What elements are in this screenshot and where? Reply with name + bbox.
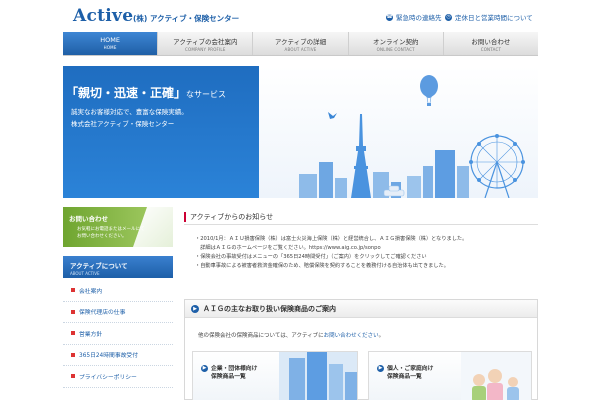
nav-contact[interactable]: お問い合わせ CONTACT [444,32,538,55]
nav-label: アクティブの会社案内 [173,38,238,46]
notice-line[interactable]: 詳細はＡＩＧのホームページをご覧ください。https://www.aig.co.… [195,244,380,251]
tower-icon [351,114,371,198]
notice-heading: アクティブからのお知らせ [184,209,538,225]
sidebar-item-policy[interactable]: 営業方針 [63,323,173,345]
hero-tagline: 誠実なお客様対応で、豊富な保険実績。 [71,108,188,116]
heading-accent-bar [184,211,186,222]
bullet-icon [71,331,75,336]
nav-sublabel: CONTACT [480,47,502,52]
card-subtitle: 保険商品一覧 [387,374,422,380]
site-header: Active (株) アクティブ・保険センター ☎ 緊急時の連絡先 ◷ 定休日と… [0,0,600,32]
bullet-icon [71,288,75,293]
hero-banner: 「親切・迅速・正確」なサービス 誠実なお客様対応で、豊富な保険実績。 株式会社ア… [63,66,538,198]
family-image [461,352,531,400]
nav-label: HOME [100,36,120,44]
contact-banner-title: お問い合わせ [69,215,108,223]
office-buildings-image [279,352,357,400]
hero-title-main: 「親切・迅速・正確」 [66,86,187,100]
about-section-title: アクティブについて [70,262,128,270]
nav-home[interactable]: HOME HOME [63,32,159,55]
nav-sublabel: ONLINE CONTACT [376,47,415,52]
sidebar-item-label: 営業方針 [79,331,103,338]
contact-banner-text: お気軽にお電話またはメールにて [77,227,145,232]
corporate-products-card[interactable]: ▶ 企業・団体様向け 保険商品一覧 [192,351,358,400]
nav-sublabel: ABOUT ACTIVE [284,47,317,52]
sidebar-item-label: 365日24時間事故受付 [79,353,139,360]
notice-line: ・保険会社の事故受付はメニューの「365日24時間受付」（ご案内）をクリックして… [195,254,427,260]
aig-products-description: 他の保険会社の保険商品については、アクティブにお問い合わせください。 [198,331,384,339]
sidebar-item-privacy[interactable]: プライバシーポリシー [63,366,173,388]
aig-desc-prefix: 他の保険会社の保険商品については、アクティブに [198,333,324,339]
about-section-header: アクティブについて ABOUT ACTIVE [63,256,173,278]
emergency-contact-label: 緊急時の連絡先 [396,14,442,22]
personal-products-card[interactable]: ▶ 個人・ご家庭向け 保険商品一覧 [368,351,532,400]
sidebar-menu: 会社案内 保険代理店の仕事 営業方針 365日24時間事故受付 プライバシーポリ… [63,280,173,388]
nav-label: お問い合わせ [471,38,511,46]
notice-heading-title: アクティブからのお知らせ [190,212,274,221]
site-logo[interactable]: Active [73,6,133,26]
main-nav: HOME HOME アクティブの会社案内 COMPANY PROFILE アクテ… [63,32,538,56]
bullet-icon [71,374,75,379]
notice-line: ・自動車事故による被害者救済金確保のため、賠償保険を契約することを義務付ける自治… [195,263,449,269]
bullet-icon [71,309,75,314]
nav-company-profile[interactable]: アクティブの会社案内 COMPANY PROFILE [158,32,254,55]
aig-products-section: ▶ ＡＩＧの主なお取り扱い保険商品のご案内 他の保険会社の保険商品については、ア… [184,299,538,400]
sidebar-item-accident-desk[interactable]: 365日24時間事故受付 [63,345,173,366]
contact-banner[interactable]: お問い合わせ お気軽にお電話またはメールにて お問い合わせください。 [63,207,173,247]
nav-sublabel: COMPANY PROFILE [185,47,226,52]
sidebar-item-label: 保険代理店の仕事 [79,310,126,317]
hero-title: 「親切・迅速・正確」なサービス [66,84,226,101]
notice-line: ・2010/1月：ＡＩＵ損害保険（株）は富士火災海上保険（株）と経営統合し、ＡＩ… [195,236,468,242]
nav-online-contact[interactable]: オンライン契約 ONLINE CONTACT [349,32,444,55]
sidebar-item-label: 会社案内 [79,288,103,295]
hero-text-panel: 「親切・迅速・正確」なサービス 誠実なお客様対応で、豊富な保険実績。 株式会社ア… [63,66,259,198]
hero-company-name: 株式会社アクティブ・保険センター [71,120,175,128]
hot-air-balloon-icon [420,75,438,106]
buildings-right [407,150,469,198]
contact-link[interactable]: お問い合わせください [324,333,379,339]
clock-icon: ◷ [445,13,452,21]
about-section-subtitle: ABOUT ACTIVE [70,271,100,276]
card-subtitle: 保険商品一覧 [211,374,246,380]
nav-label: アクティブの詳細 [274,38,327,46]
bullet-icon [71,352,75,357]
aig-products-heading: ▶ ＡＩＧの主なお取り扱い保険商品のご案内 [185,300,537,318]
nav-label: オンライン契約 [372,38,419,46]
contact-banner-text-2: お問い合わせください。 [77,234,127,239]
aig-products-title: ＡＩＧの主なお取り扱い保険商品のご案内 [203,304,336,313]
business-hours-label: 定休日と営業時間について [455,14,533,22]
hero-title-suffix: なサービス [186,90,227,99]
arrow-right-icon: ▶ [201,365,208,372]
business-hours-link[interactable]: ◷ 定休日と営業時間について [445,12,533,22]
site-logo-subtitle: (株) アクティブ・保険センター [133,14,240,23]
aig-desc-suffix: 。 [378,333,385,339]
bird-icon [328,112,337,119]
sidebar-item-agency-work[interactable]: 保険代理店の仕事 [63,302,173,323]
arrow-right-icon: ▶ [377,365,384,372]
nav-sublabel: HOME [103,45,117,50]
phone-icon: ☎ [386,13,393,21]
emergency-contact-link[interactable]: ☎ 緊急時の連絡先 [386,12,442,22]
sidebar-item-company[interactable]: 会社案内 [63,280,173,302]
arrow-right-icon: ▶ [191,304,199,313]
city-skyline-illustration [299,75,525,198]
nav-about-active[interactable]: アクティブの詳細 ABOUT ACTIVE [253,32,349,55]
sidebar-item-label: プライバシーポリシー [79,374,137,381]
